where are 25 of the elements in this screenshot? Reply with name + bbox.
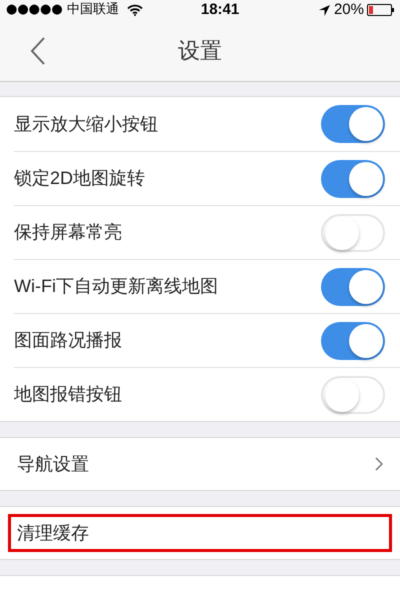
chevron-right-icon: [375, 457, 383, 471]
setting-label: 地图报错按钮: [14, 383, 123, 406]
toggle-switch[interactable]: [321, 214, 385, 252]
battery-icon: [367, 4, 394, 16]
toggle-switch[interactable]: [321, 160, 385, 198]
clock-time: 18:41: [200, 0, 240, 20]
settings-row[interactable]: 清理缓存: [0, 506, 400, 560]
setting-label: 清理缓存: [17, 522, 90, 544]
settings-row[interactable]: 导航设置: [0, 437, 400, 491]
setting-label: Wi-Fi下自动更新离线地图: [14, 275, 219, 298]
setting-label: 锁定2D地图旋转: [14, 167, 146, 190]
toggle-switch[interactable]: [321, 268, 385, 306]
setting-label: 导航设置: [17, 452, 90, 476]
carrier-name: ●●●●● 中国联通: [6, 1, 119, 20]
location-arrow-icon: [318, 4, 330, 16]
wifi-icon: [126, 4, 143, 16]
setting-label: 保持屏幕常亮: [14, 221, 123, 244]
battery-percentage: 20%: [334, 0, 364, 20]
toggle-switch[interactable]: [321, 105, 385, 143]
setting-label: 图面路况播报: [14, 329, 123, 352]
toggle-switch[interactable]: [321, 322, 385, 360]
setting-label: 显示放大缩小按钮: [14, 112, 159, 136]
toggle-switch[interactable]: [321, 376, 385, 414]
page-title: 设置: [178, 37, 222, 65]
back-icon[interactable]: [30, 36, 46, 66]
